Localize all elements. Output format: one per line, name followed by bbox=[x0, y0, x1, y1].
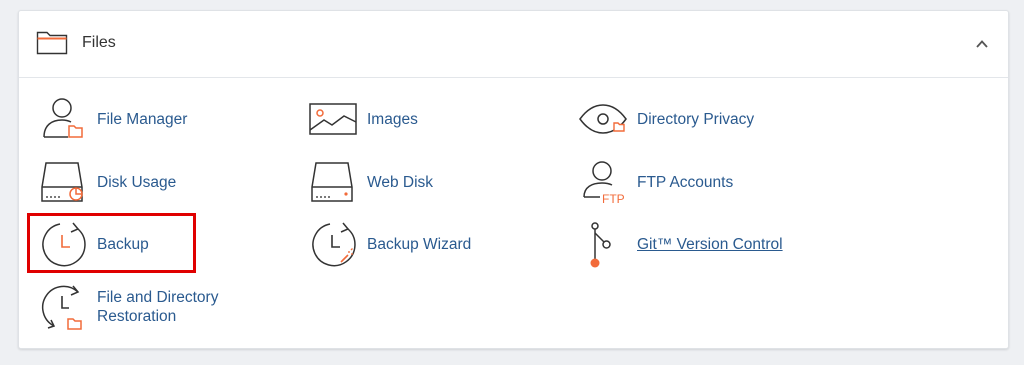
item-label: FTP Accounts bbox=[637, 173, 734, 191]
web-disk-icon bbox=[308, 157, 358, 207]
files-panel: Files File Manager Images Directory Priv… bbox=[18, 10, 1009, 349]
backup-link[interactable]: Backup bbox=[38, 219, 149, 269]
file-and-directory-restoration-link[interactable]: File and Directory Restoration bbox=[38, 282, 237, 332]
git-icon bbox=[578, 219, 628, 269]
item-label: Web Disk bbox=[367, 173, 434, 191]
directory-privacy-link[interactable]: Directory Privacy bbox=[578, 94, 754, 144]
images-icon bbox=[308, 94, 358, 144]
chevron-up-icon[interactable] bbox=[974, 36, 990, 52]
item-label: Backup bbox=[97, 235, 149, 253]
files-section-header[interactable]: Files bbox=[19, 11, 1008, 78]
ftp-icon-text: FTP bbox=[602, 192, 625, 206]
directory-privacy-icon bbox=[578, 94, 628, 144]
disk-usage-icon bbox=[38, 157, 88, 207]
item-label: Directory Privacy bbox=[637, 110, 755, 128]
file-manager-icon bbox=[38, 94, 88, 144]
backup-wizard-icon bbox=[308, 219, 358, 269]
item-label: Images bbox=[367, 110, 418, 128]
file-manager-link[interactable]: File Manager bbox=[38, 94, 187, 144]
folder-icon bbox=[36, 31, 68, 55]
backup-icon bbox=[38, 219, 88, 269]
file-restoration-icon bbox=[38, 282, 88, 332]
git-version-control-link[interactable]: Git™ Version Control bbox=[578, 219, 783, 269]
section-title: Files bbox=[82, 34, 116, 51]
backup-wizard-link[interactable]: Backup Wizard bbox=[308, 219, 471, 269]
images-link[interactable]: Images bbox=[308, 94, 418, 144]
item-label: Backup Wizard bbox=[367, 235, 472, 253]
disk-usage-link[interactable]: Disk Usage bbox=[38, 157, 176, 207]
item-label: Git™ Version Control bbox=[637, 235, 783, 253]
ftp-accounts-icon: FTP bbox=[578, 157, 628, 207]
item-label: File and Directory Restoration bbox=[97, 289, 219, 325]
item-label: File Manager bbox=[97, 110, 188, 128]
item-label: Disk Usage bbox=[97, 173, 177, 191]
ftp-accounts-link[interactable]: FTP FTP Accounts bbox=[578, 157, 733, 207]
web-disk-link[interactable]: Web Disk bbox=[308, 157, 433, 207]
